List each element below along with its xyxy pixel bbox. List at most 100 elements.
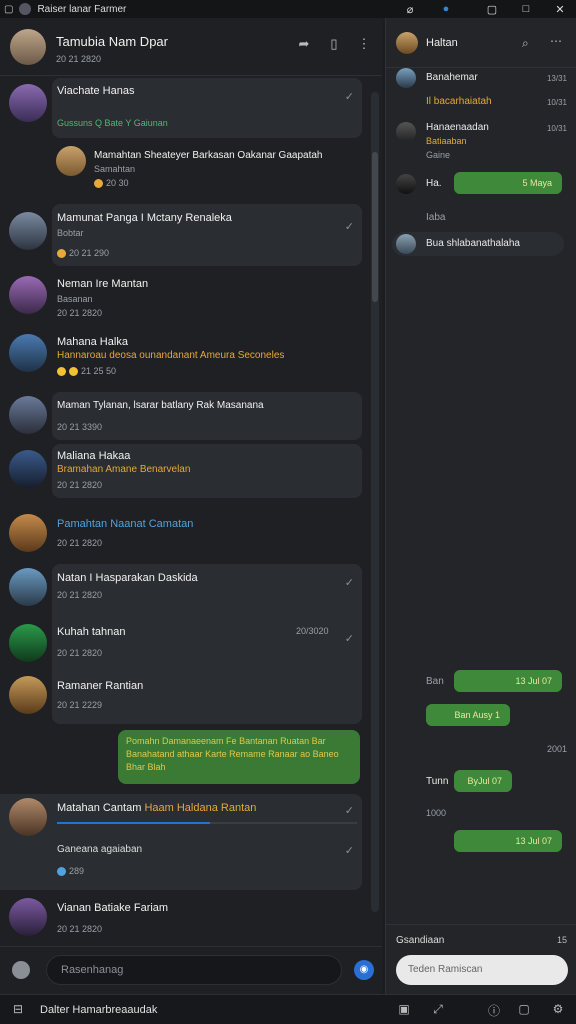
list-item[interactable]: Ramaner Rantian 20 21 2229 (0, 674, 362, 722)
share-icon[interactable]: ➦ (295, 36, 313, 54)
footer-badge: 15 (556, 935, 567, 945)
list-item: 2001 (386, 744, 576, 764)
avatar[interactable] (9, 676, 47, 714)
message-sender: Ramaner Rantian (57, 680, 144, 692)
avatar[interactable] (396, 68, 416, 88)
side-header: Haltan ⌕ ⋯ (386, 18, 576, 68)
avatar[interactable] (9, 624, 47, 662)
status-label: Dalter Hamarbreaaudak (40, 1004, 158, 1016)
message-bubble[interactable]: 13 Jul 07 (454, 670, 562, 692)
avatar[interactable] (9, 898, 47, 936)
message-time: 20 30 (94, 178, 129, 189)
message-sender: Pamahtan Naanat Camatan (57, 518, 194, 530)
bubble-label: 1000 (426, 808, 447, 818)
calendar-icon[interactable]: ▣ (396, 1002, 412, 1018)
message-text: Bramahan Amane Benarvelan (57, 464, 191, 475)
avatar[interactable] (10, 29, 46, 65)
message-sender: Kuhah tahnan (57, 626, 126, 638)
message-time: 20 21 2820 (57, 648, 103, 658)
list-item[interactable]: Mamunat Panga I Mctany Renaleka Bobtar 2… (0, 204, 362, 266)
message-date: 20/3020 (296, 626, 329, 636)
list-item[interactable]: Maman Tylanan, lsarar batlany Rak Masana… (0, 392, 362, 440)
avatar[interactable] (9, 396, 47, 434)
list-item[interactable]: Vianan Batiake Fariam 20 21 2820 (0, 896, 362, 944)
item-time: 13/31 (546, 74, 567, 83)
check-icon: ✓ (344, 577, 354, 589)
avatar[interactable] (396, 32, 418, 54)
close-button[interactable]: ✕ (548, 0, 572, 18)
message-bubble[interactable]: 5 Maya (454, 172, 562, 194)
chat-header: Tamubia Nam Dpar 20 21 2820 ➦ ▯ ⋮ (0, 18, 382, 76)
side-input[interactable]: Teden Ramiscan (396, 955, 568, 985)
message-sender: Matahan Cantam Haam Haldana Rantan (57, 802, 257, 814)
avatar[interactable] (9, 84, 47, 122)
info-icon[interactable]: ⓘ (486, 1002, 502, 1018)
list-item[interactable]: Maliana Hakaa Bramahan Amane Benarvelan … (0, 444, 362, 498)
list-item[interactable]: Pamahtan Naanat Camatan 20 21 2820 (0, 512, 362, 560)
check-icon: ✓ (344, 221, 354, 233)
list-item[interactable]: Il bacarhaiatah 10/31 (386, 94, 576, 114)
window-icon[interactable]: ▢ (516, 1002, 532, 1018)
chat-title: Tamubia Nam Dpar (56, 34, 168, 49)
side-title: Haltan (426, 37, 458, 49)
expand-icon[interactable]: ⤢ (430, 1002, 446, 1018)
scrollbar[interactable] (371, 92, 379, 912)
chat-meta: 20 21 2820 (56, 54, 102, 64)
badge-icon[interactable]: ● (434, 0, 458, 18)
search-icon[interactable]: ⌕ (522, 36, 529, 51)
window-title: Raiser lanar Farmer (37, 3, 127, 15)
list-item[interactable]: Ban 13 Jul 07 (386, 670, 576, 694)
scrollbar-thumb[interactable] (372, 152, 378, 302)
avatar[interactable] (396, 174, 416, 194)
list-item[interactable]: Kuhah tahnan 20 21 2820 20/3020 ✓ (0, 620, 362, 668)
message-bubble[interactable]: ByJul 07 (454, 770, 512, 792)
list-item[interactable]: Ban Ausy 1 (386, 704, 576, 728)
item-time: 10/31 (546, 98, 567, 107)
avatar[interactable] (9, 276, 47, 314)
message-time: 20 21 290 (57, 248, 109, 259)
avatar[interactable] (396, 234, 416, 254)
avatar[interactable] (396, 122, 416, 142)
avatar[interactable] (9, 568, 47, 606)
avatar[interactable] (9, 212, 47, 250)
message-bubble[interactable]: Ban Ausy 1 (426, 704, 510, 726)
menu-icon[interactable]: ▢ (4, 4, 13, 15)
list-item[interactable]: Mahana Halka Hannaroau deosa ounandanant… (0, 330, 362, 388)
more-icon[interactable]: ⋯ (550, 34, 562, 48)
emoji-icon[interactable] (12, 961, 30, 979)
message-time: 20 21 3390 (57, 422, 103, 432)
list-item[interactable]: Neman Ire Mantan Basanan 20 21 2820 (0, 272, 362, 322)
send-button[interactable]: ◉ (354, 960, 374, 980)
attach-icon[interactable]: ⌀ (398, 0, 422, 18)
list-item[interactable]: Viachate Hanas Gussuns Q Bate Y Gaiunan … (0, 78, 362, 138)
item-name: Ha. (426, 178, 442, 189)
avatar[interactable] (9, 334, 47, 372)
minimize-button[interactable]: ▢ (480, 0, 504, 18)
message-text: Samahtan (94, 164, 136, 174)
message-bubble[interactable]: 13 Jul 07 (454, 830, 562, 852)
bookmark-icon[interactable]: ▯ (325, 36, 343, 54)
list-item[interactable]: 13 Jul 07 (386, 830, 576, 854)
list-item[interactable]: Tunn ByJul 07 (386, 770, 576, 794)
message-toolbar[interactable]: Gussuns Q Bate Y Gaiunan (57, 118, 168, 128)
avatar[interactable] (9, 450, 47, 488)
list-item[interactable]: Ha. 5 Maya (386, 170, 576, 196)
avatar[interactable] (9, 514, 47, 552)
avatar[interactable] (56, 146, 86, 176)
list-item[interactable]: Hanaenaadan Batiaaban Gaine 10/31 (386, 120, 576, 166)
check-icon: ✓ (344, 805, 354, 817)
avatar[interactable] (9, 798, 47, 836)
message-input[interactable]: Rasenhanag (46, 955, 342, 985)
message-text: Basanan (57, 294, 93, 304)
panel-icon[interactable]: ⊟ (10, 1002, 26, 1018)
item-name: Banahemar (426, 72, 478, 83)
message-time: 20 21 2820 (57, 924, 103, 934)
list-item[interactable]: Bua shlabanathalaha (386, 232, 576, 256)
list-item[interactable]: Matahan Cantam Haam Haldana Rantan ✓ Gan… (0, 794, 362, 890)
more-icon[interactable]: ⋮ (355, 36, 373, 54)
outgoing-message[interactable]: Pomahn Damanaeenam Fe Bantanan Ruatan Ba… (118, 730, 360, 784)
message-time: 20 21 2820 (57, 480, 103, 490)
list-item[interactable]: Mamahtan Sheateyer Barkasan Oakanar Gaap… (0, 144, 362, 194)
settings-icon[interactable]: ⚙ (550, 1002, 566, 1018)
maximize-button[interactable]: □ (514, 0, 538, 18)
